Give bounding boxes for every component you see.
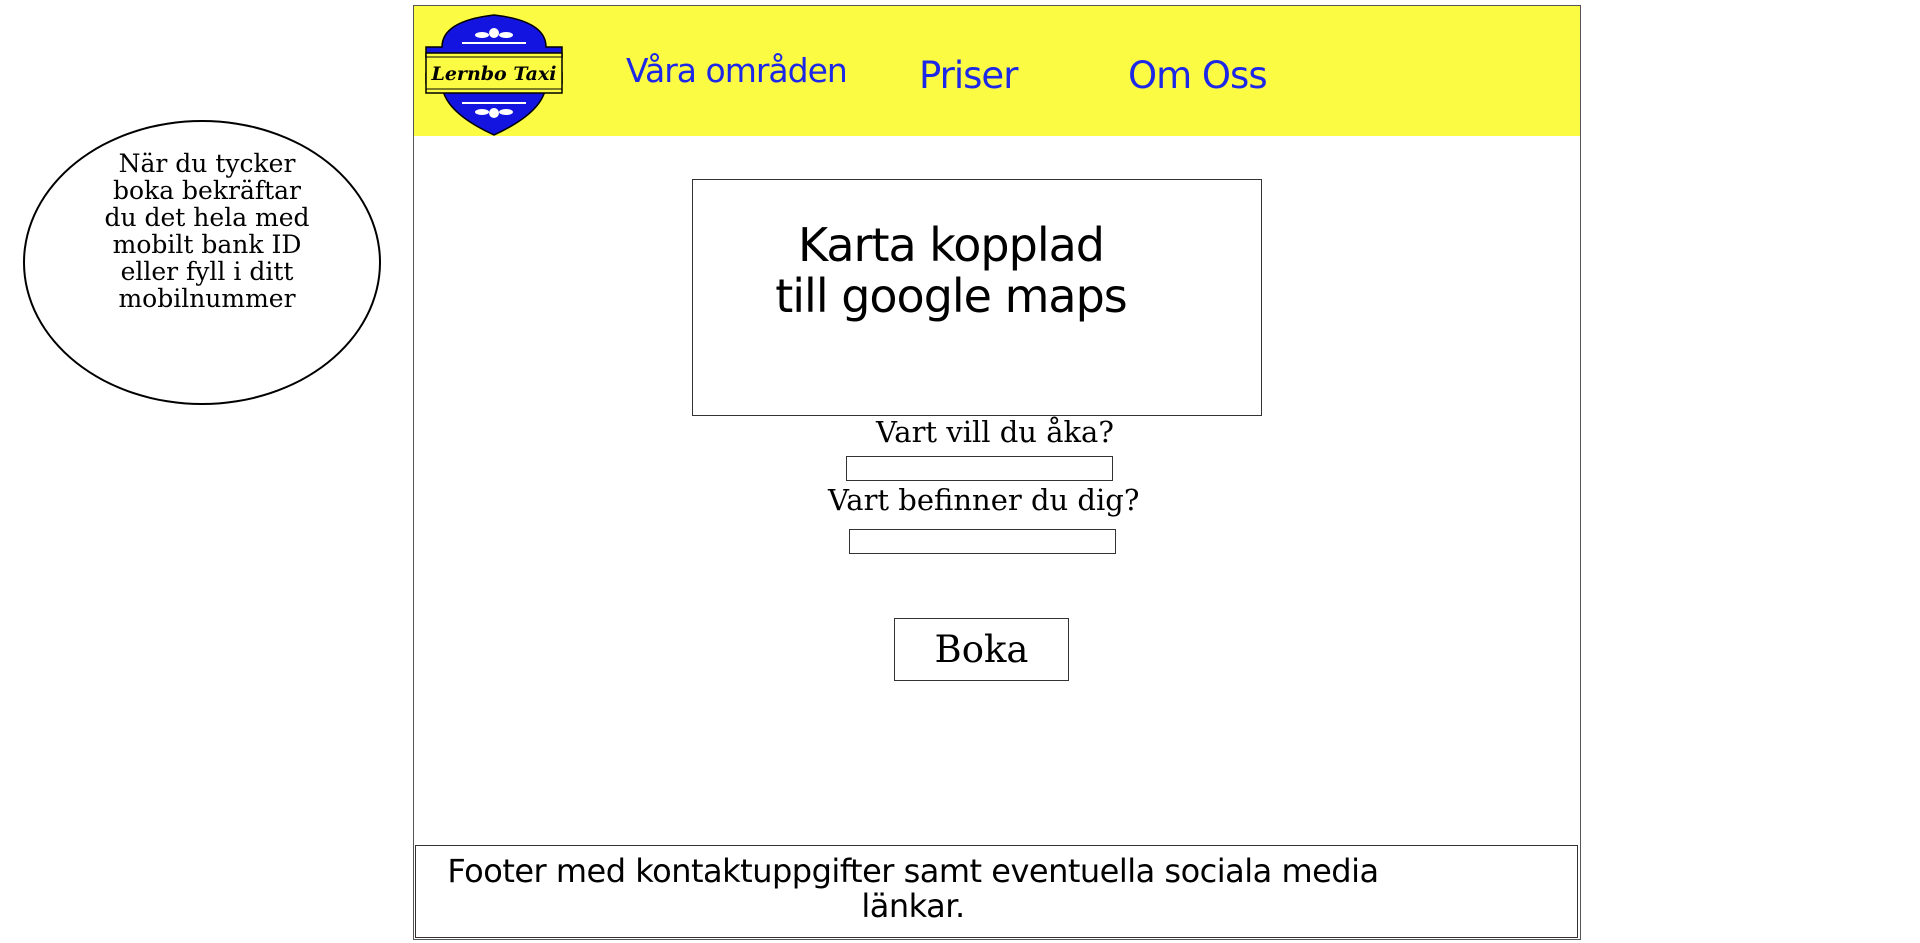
logo-text: Lernbo Taxi [430,63,556,85]
map-placeholder[interactable]: Karta kopplad till google maps [692,179,1262,416]
book-button[interactable]: Boka [894,618,1069,681]
page-frame: Lernbo Taxi Våra områden Priser Om Oss K… [413,5,1581,940]
annotation-text: När du tycker boka bekräftar du det hela… [104,149,310,313]
logo[interactable]: Lernbo Taxi [422,9,567,139]
destination-label: Vart vill du åka? [876,415,1114,449]
nav-link-prices[interactable]: Priser [919,54,1018,97]
nav-link-areas[interactable]: Våra områden [626,51,848,90]
map-placeholder-text: Karta kopplad till google maps [775,218,1128,323]
footer-text: Footer med kontaktuppgifter samt eventue… [447,852,1379,925]
nav-link-about[interactable]: Om Oss [1128,54,1268,97]
footer: Footer med kontaktuppgifter samt eventue… [415,845,1578,938]
header-bar: Lernbo Taxi Våra områden Priser Om Oss [414,6,1580,136]
destination-input[interactable] [846,456,1113,481]
origin-input[interactable] [849,529,1116,554]
origin-label: Vart befinner du dig? [828,483,1140,517]
